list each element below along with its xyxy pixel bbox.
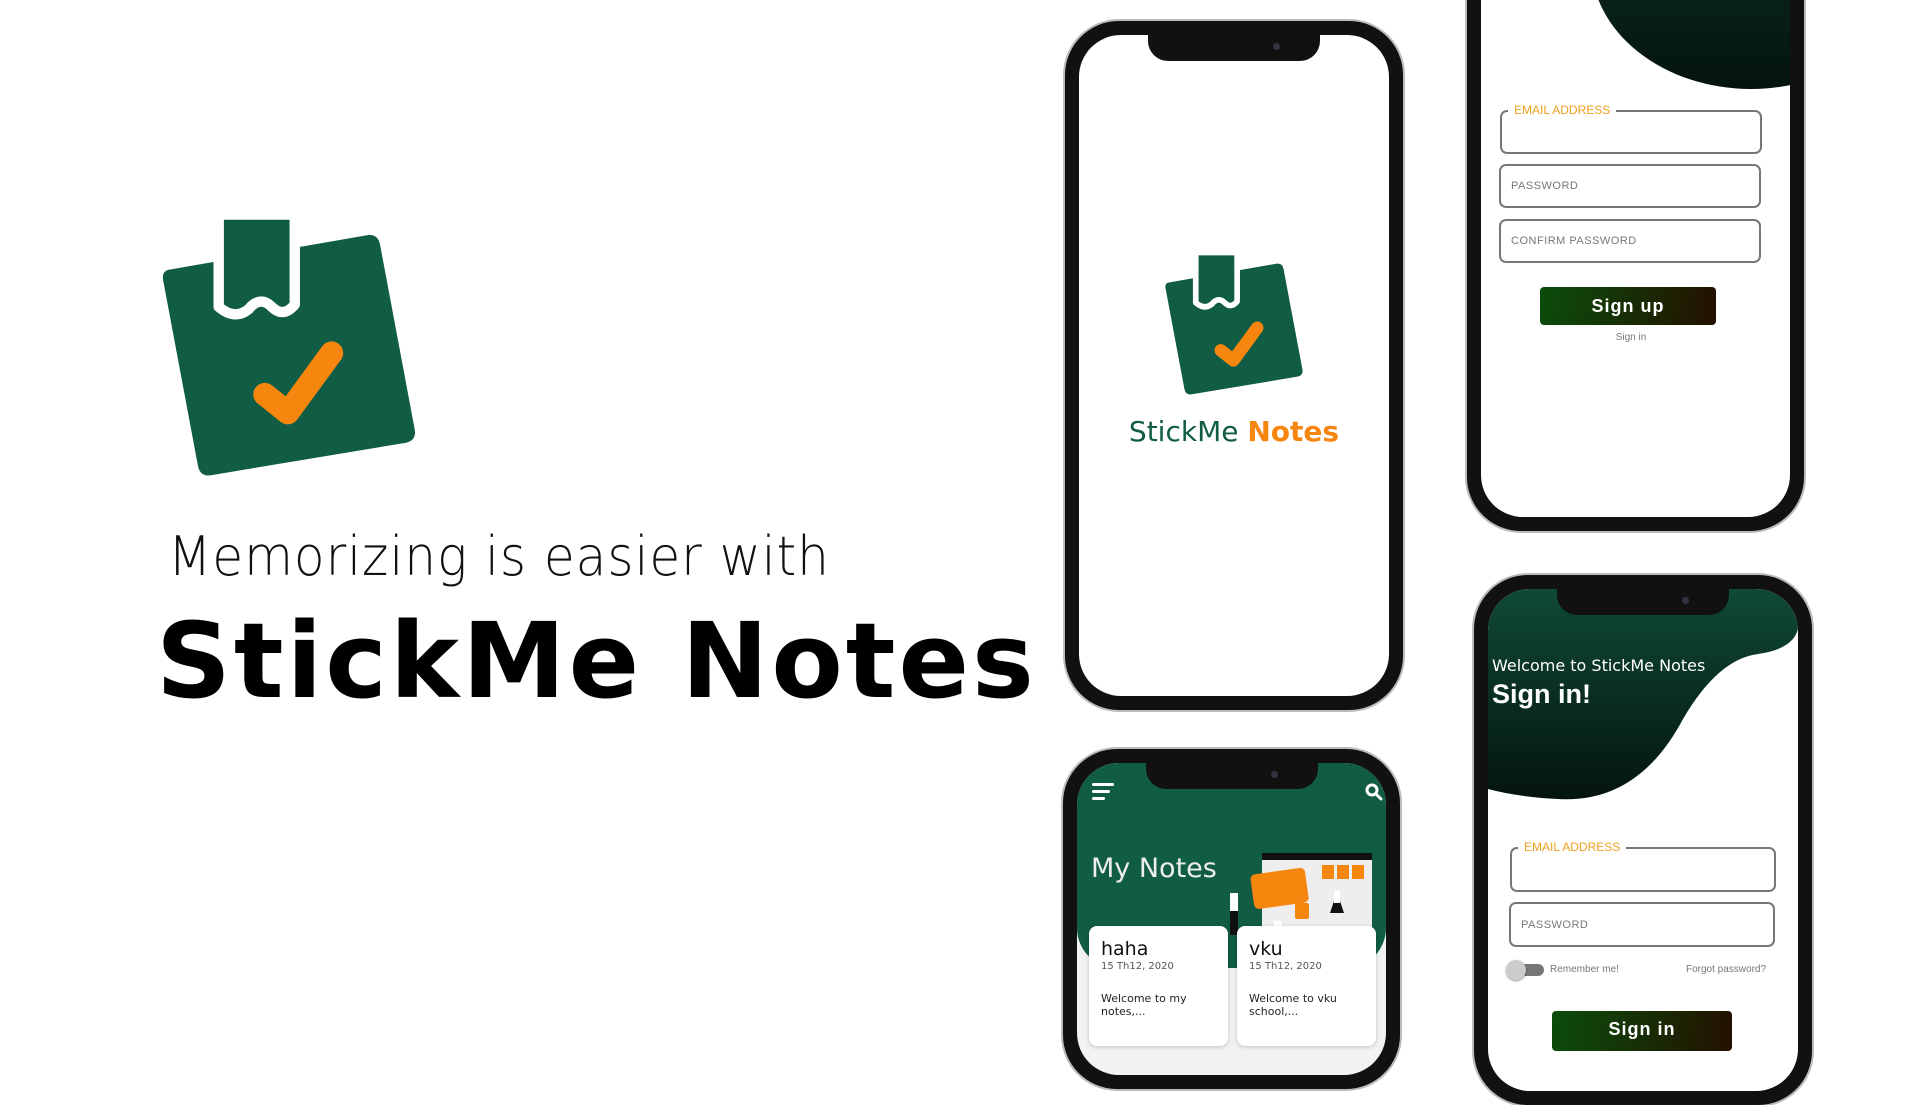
email-field[interactable]: EMAIL ADDRESS [1510, 840, 1776, 892]
note-preview: Welcome to my notes,... [1101, 992, 1187, 1018]
splash-logo [1163, 250, 1305, 398]
sign-up-button[interactable]: Sign up [1540, 287, 1716, 325]
search-icon[interactable] [1365, 783, 1383, 801]
note-title: vku [1249, 938, 1283, 960]
password-placeholder: PASSWORD [1511, 180, 1579, 192]
phone-signin: Welcome to StickMe Notes Sign in! EMAIL … [1474, 575, 1812, 1105]
header-blob [1591, 0, 1790, 89]
remember-label: Remember me! [1550, 964, 1619, 975]
app-logo [158, 210, 420, 482]
note-date: 15 Th12, 2020 [1101, 961, 1174, 972]
hero-brand-name: StickMe Notes [156, 600, 1037, 722]
sign-in-heading: Sign in! [1492, 679, 1591, 709]
remember-toggle[interactable] [1506, 960, 1544, 980]
note-card[interactable]: vku 15 Th12, 2020 Welcome to vku school,… [1237, 926, 1376, 1046]
splash-name-part2: Notes [1247, 415, 1340, 448]
note-preview: Welcome to vku school,... [1249, 992, 1337, 1018]
welcome-text: Welcome to StickMe Notes [1492, 656, 1706, 675]
splash-app-name: StickMe Notes [1079, 415, 1389, 448]
phone-signup: EMAIL ADDRESS PASSWORD CONFIRM PASSWORD … [1467, 0, 1804, 531]
confirm-password-field[interactable]: CONFIRM PASSWORD [1499, 219, 1761, 263]
splash-name-part1: StickMe [1128, 415, 1239, 448]
confirm-password-placeholder: CONFIRM PASSWORD [1511, 235, 1637, 247]
email-field[interactable]: EMAIL ADDRESS [1500, 103, 1762, 154]
sign-in-link[interactable]: Sign in [1481, 332, 1781, 343]
phone-splash: StickMe Notes [1065, 21, 1403, 710]
note-card[interactable]: haha 15 Th12, 2020 Welcome to my notes,.… [1089, 926, 1228, 1046]
password-field[interactable]: PASSWORD [1499, 164, 1761, 208]
phone-notch [1148, 35, 1320, 61]
phone-notch [1557, 589, 1729, 615]
email-label: EMAIL ADDRESS [1518, 840, 1627, 854]
hamburger-icon[interactable] [1092, 783, 1114, 801]
email-label: EMAIL ADDRESS [1508, 103, 1617, 117]
phone-notes: My Notes haha 15 Th12, 2020 Welcome to m… [1063, 749, 1400, 1089]
note-title: haha [1101, 938, 1149, 960]
hero-tagline: Memorizing is easier with [168, 525, 830, 588]
password-placeholder: PASSWORD [1521, 918, 1589, 931]
notes-title: My Notes [1091, 853, 1217, 884]
note-date: 15 Th12, 2020 [1249, 961, 1322, 972]
sign-in-button[interactable]: Sign in [1552, 1011, 1732, 1051]
forgot-password-link[interactable]: Forgot password? [1686, 964, 1766, 975]
password-field[interactable]: PASSWORD [1509, 902, 1775, 947]
phone-notch [1145, 763, 1318, 789]
